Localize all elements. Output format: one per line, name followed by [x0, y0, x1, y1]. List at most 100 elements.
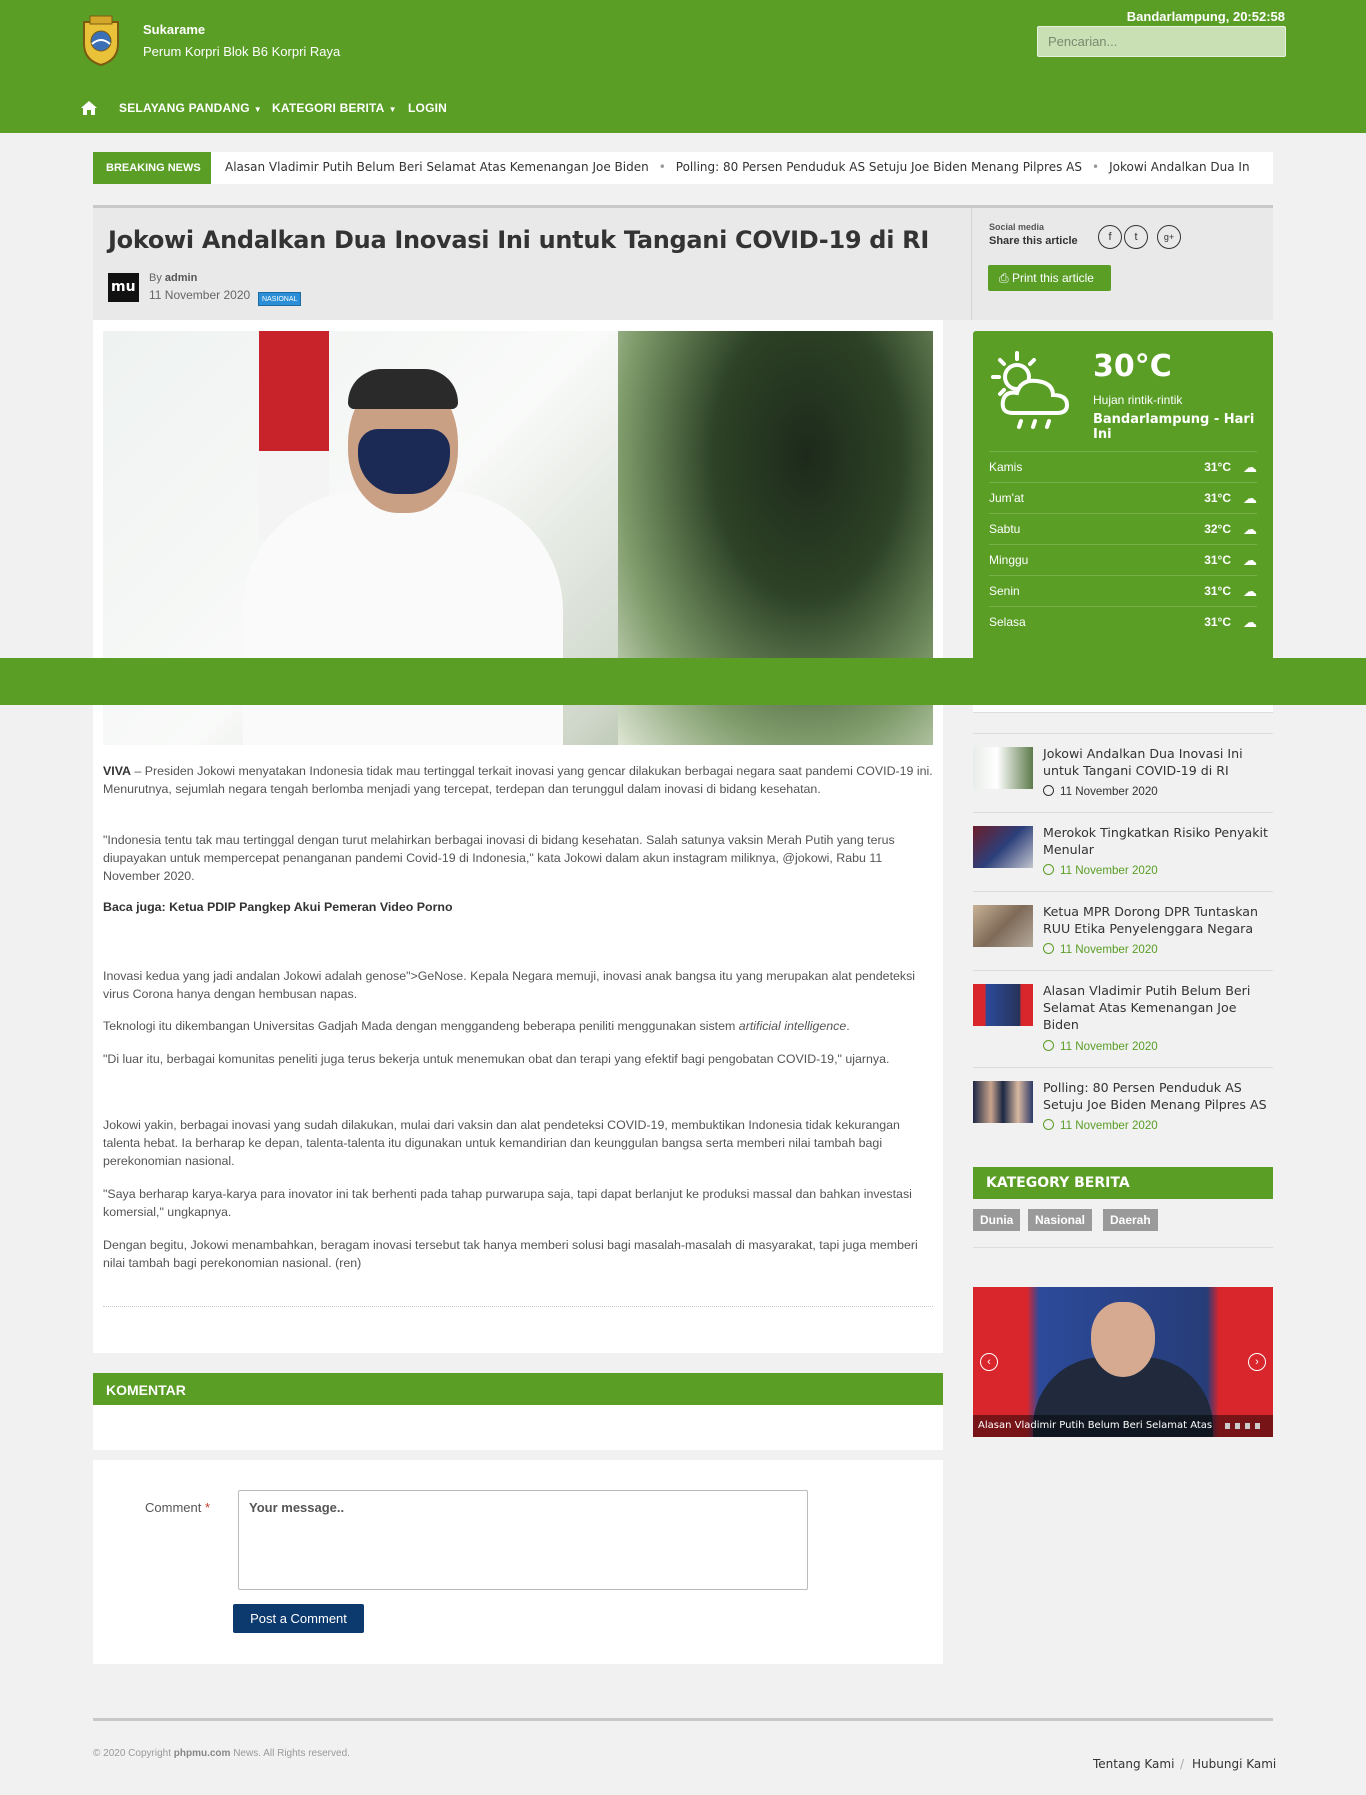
related-thumbnail[interactable] — [973, 1081, 1033, 1123]
forecast-temp: 31°C — [1204, 584, 1231, 598]
chevron-left-icon[interactable]: ‹ — [980, 1353, 998, 1371]
divider — [973, 1247, 1273, 1248]
ticker-item[interactable]: Polling: 80 Persen Penduduk AS Setuju Jo… — [676, 160, 1082, 174]
person-shirt — [243, 491, 563, 745]
article-paragraph: "Saya berharap karya-karya para inovator… — [103, 1187, 912, 1219]
related-thumbnail[interactable] — [973, 984, 1033, 1026]
forecast-day: Minggu — [989, 553, 1029, 567]
article-title: Jokowi Andalkan Dua Inovasi Ini untuk Ta… — [108, 226, 929, 254]
print-label: Print this article — [1011, 271, 1094, 285]
emphasis-text: artificial intelligence — [738, 1019, 847, 1033]
footer-link-hubungi[interactable]: Hubungi Kami — [1192, 1757, 1276, 1771]
nav-label: KATEGORI BERITA — [272, 101, 385, 115]
forecast-temp: 31°C — [1204, 553, 1231, 567]
cloud-rain-icon: ☁ — [1243, 552, 1257, 568]
category-tag-daerah[interactable]: Daerah — [1103, 1209, 1158, 1231]
forecast-temp: 31°C — [1204, 491, 1231, 505]
ticker-item[interactable]: Alasan Vladimir Putih Belum Beri Selamat… — [225, 160, 649, 174]
article-paragraph: VIVA – Presiden Jokowi menyatakan Indone… — [103, 762, 933, 798]
category-tag-nasional[interactable]: Nasional — [1028, 1209, 1093, 1231]
article-paragraph: Inovasi kedua yang jadi andalan Jokowi a… — [103, 969, 916, 1001]
post-comment-button[interactable]: Post a Comment — [233, 1604, 364, 1633]
chevron-right-icon[interactable]: › — [1248, 1353, 1266, 1371]
related-link-text[interactable]: Baca juga: Ketua PDIP Pangkep Akui Pemer… — [103, 900, 453, 914]
clock-icon — [1043, 1119, 1054, 1130]
related-thumbnail[interactable] — [973, 905, 1033, 947]
related-title[interactable]: Jokowi Andalkan Dua Inovasi Ini untuk Ta… — [1043, 745, 1271, 779]
divider — [971, 208, 972, 320]
related-title[interactable]: Polling: 80 Persen Penduduk AS Setuju Jo… — [1043, 1079, 1271, 1113]
twitter-icon[interactable]: t — [1124, 225, 1148, 249]
breaking-news-bar: BREAKING NEWS Alasan Vladimir Putih Belu… — [93, 152, 1273, 184]
clock-icon — [1043, 1040, 1054, 1051]
nav-selayang-pandang[interactable]: SELAYANG PANDANG ▼ — [119, 101, 262, 115]
cloud-rain-icon: ☁ — [1243, 583, 1257, 599]
article-date: 11 November 2020 — [149, 288, 251, 302]
footer-link-tentang[interactable]: Tentang Kami — [1093, 1757, 1174, 1771]
forecast-day: Kamis — [989, 460, 1023, 474]
related-title[interactable]: Merokok Tingkatkan Risiko Penyakit Menul… — [1043, 824, 1271, 858]
article-body: VIVA – Presiden Jokowi menyatakan Indone… — [93, 320, 943, 1353]
forecast-temp: 31°C — [1204, 460, 1231, 474]
author-name[interactable]: admin — [165, 272, 197, 284]
forecast-row: Kamis 31°C ☁ — [989, 451, 1257, 482]
paragraph-text: – Presiden Jokowi menyatakan Indonesia t… — [103, 764, 933, 796]
google-plus-icon[interactable]: g+ — [1157, 225, 1181, 249]
author-byline: By admin — [149, 272, 197, 284]
related-date: 11 November 2020 — [1043, 1119, 1158, 1132]
source-lead: VIVA — [103, 764, 131, 778]
nav-login[interactable]: LOGIN — [408, 101, 447, 115]
share-label: Share this article — [989, 235, 1078, 247]
comment-form: Comment * Your message.. Post a Comment — [93, 1460, 943, 1664]
copy-brand[interactable]: phpmu.com — [174, 1748, 231, 1759]
partly-cloudy-rain-icon — [991, 351, 1070, 429]
related-date: 11 November 2020 — [1043, 943, 1158, 956]
facebook-icon[interactable]: f — [1098, 225, 1122, 249]
comment-label: Comment * — [145, 1500, 210, 1515]
date-text: 11 November 2020 — [1060, 1040, 1158, 1053]
clock-icon — [1043, 943, 1054, 954]
top-header: Sukarame Perum Korpri Blok B6 Korpri Ray… — [0, 0, 1366, 85]
label-text: Comment — [145, 1500, 202, 1515]
article-paragraph: Dengan begitu, Jokowi menambahkan, berag… — [103, 1238, 918, 1270]
comments-list — [93, 1405, 943, 1450]
related-thumbnail[interactable] — [973, 826, 1033, 868]
related-title[interactable]: Ketua MPR Dorong DPR Tuntaskan RUU Etika… — [1043, 903, 1271, 937]
bullet-separator: • — [1092, 160, 1100, 174]
person-face — [1091, 1302, 1155, 1377]
forecast-row: Jum'at 31°C ☁ — [989, 482, 1257, 513]
printer-icon: ⎙ — [999, 271, 1012, 285]
copyright: © 2020 Copyright phpmu.com News. All Rig… — [93, 1748, 350, 1759]
copy-text: © 2020 Copyright — [93, 1748, 174, 1759]
clock-display: Bandarlampung, 20:52:58 — [1126, 9, 1285, 24]
forecast-day: Sabtu — [989, 522, 1021, 536]
footer-divider — [93, 1718, 1273, 1721]
ticker-item[interactable]: Jokowi Andalkan Dua Inovasi — [1109, 160, 1249, 174]
caret-down-icon: ▼ — [388, 105, 397, 114]
related-title[interactable]: Alasan Vladimir Putih Belum Beri Selamat… — [1043, 982, 1271, 1033]
related-date: 11 November 2020 — [1043, 1040, 1158, 1053]
related-link[interactable]: Baca juga: Ketua PDIP Pangkep Akui Pemer… — [103, 898, 933, 916]
related-tabs — [973, 705, 1273, 713]
related-thumbnail[interactable] — [973, 747, 1033, 789]
slider-dots[interactable] — [1225, 1423, 1265, 1429]
person-hair — [348, 369, 458, 409]
site-name[interactable]: Sukarame — [143, 22, 205, 37]
category-tag-dunia[interactable]: Dunia — [973, 1209, 1021, 1231]
print-button[interactable]: ⎙ Print this article — [988, 265, 1111, 291]
forecast-row: Senin 31°C ☁ — [989, 575, 1257, 606]
forecast-temp: 32°C — [1204, 522, 1231, 536]
bullet-separator: • — [658, 160, 666, 174]
home-icon[interactable] — [80, 100, 98, 116]
comment-textarea[interactable]: Your message.. — [238, 1490, 808, 1590]
news-slider[interactable]: ‹ › Alasan Vladimir Putih Belum Beri Sel… — [973, 1287, 1273, 1437]
divider — [973, 970, 1273, 971]
comments-heading: KOMENTAR — [93, 1373, 943, 1405]
search-input[interactable]: Pencarian... — [1037, 26, 1286, 57]
nav-kategori-berita[interactable]: KATEGORI BERITA ▼ — [272, 101, 397, 115]
forecast-row: Minggu 31°C ☁ — [989, 544, 1257, 575]
site-logo[interactable] — [80, 14, 122, 66]
by-label: By — [149, 272, 162, 284]
weather-widget: 30°C Hujan rintik-rintik Bandarlampung -… — [973, 331, 1273, 676]
category-badge[interactable]: NASIONAL — [258, 292, 302, 306]
